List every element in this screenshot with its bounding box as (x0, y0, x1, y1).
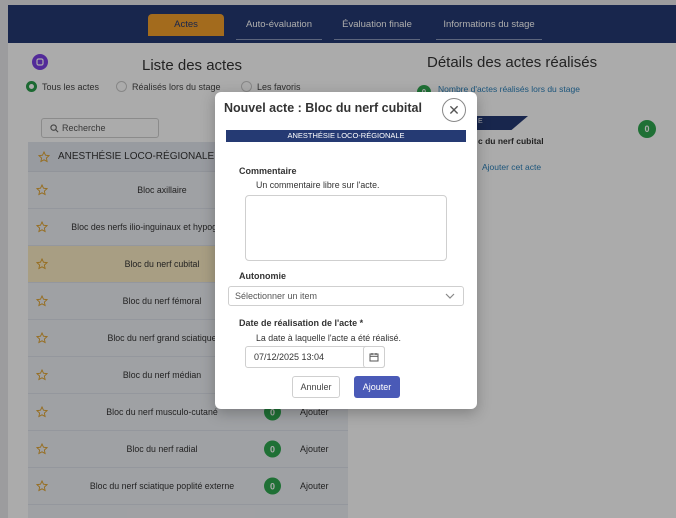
autonomy-select[interactable]: Sélectionner un item (228, 286, 464, 306)
comment-help: Un commentaire libre sur l'acte. (256, 180, 380, 190)
date-help: La date à laquelle l'acte a été réalisé. (256, 333, 401, 343)
close-icon[interactable]: ✕ (442, 98, 466, 122)
new-act-modal: Nouvel acte : Bloc du nerf cubital ✕ ANE… (215, 92, 477, 409)
autonomy-label: Autonomie (239, 271, 286, 281)
comment-label: Commentaire (239, 166, 297, 176)
modal-category-banner: ANESTHÉSIE LOCO-RÉGIONALE (226, 130, 466, 142)
modal-title: Nouvel acte : Bloc du nerf cubital (224, 101, 422, 115)
comment-textarea[interactable] (245, 195, 447, 261)
calendar-button[interactable] (363, 346, 385, 368)
date-label: Date de réalisation de l'acte * (239, 318, 364, 328)
add-button[interactable]: Ajouter (354, 376, 400, 398)
calendar-icon (369, 353, 379, 362)
cancel-button[interactable]: Annuler (292, 376, 340, 398)
chevron-down-icon (445, 293, 455, 299)
